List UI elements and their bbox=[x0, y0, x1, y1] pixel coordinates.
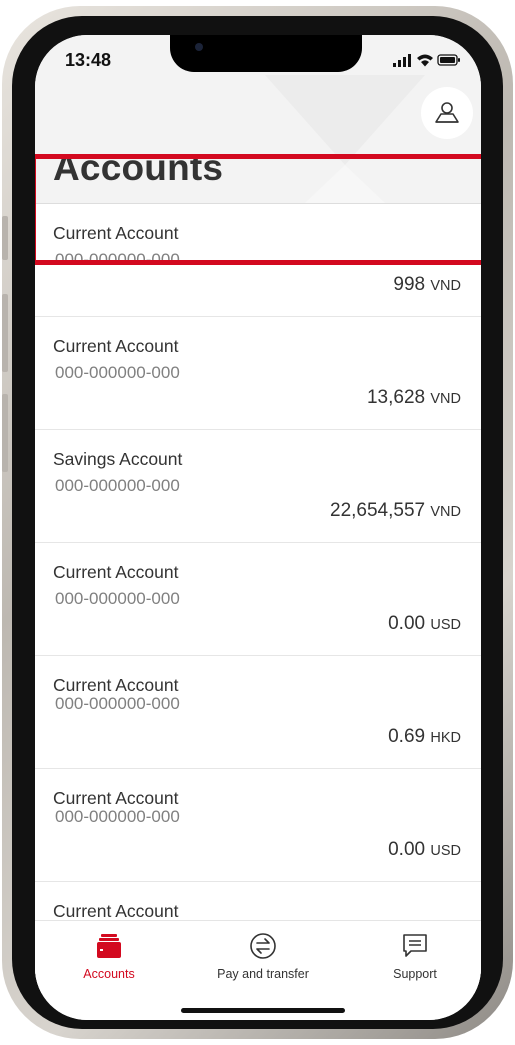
tab-pay-and-transfer[interactable]: Pay and transfer bbox=[205, 931, 321, 981]
account-row[interactable]: Current Account 000-000000-000 0.00 USD bbox=[35, 768, 481, 881]
battery-icon bbox=[437, 54, 460, 66]
balance-currency: USD bbox=[430, 843, 461, 859]
wallet-icon bbox=[97, 934, 121, 958]
account-name: Current Account bbox=[53, 562, 179, 582]
device-notch bbox=[170, 35, 362, 72]
account-name: Current Account bbox=[53, 336, 179, 356]
account-balance: 22,654,557 VND bbox=[330, 500, 461, 522]
tab-label: Pay and transfer bbox=[217, 967, 309, 981]
account-name: Savings Account bbox=[53, 449, 183, 469]
account-number: 000-000000-000 bbox=[55, 363, 180, 382]
status-icons bbox=[393, 54, 460, 67]
home-indicator[interactable] bbox=[181, 1008, 345, 1013]
balance-currency: VND bbox=[430, 391, 461, 407]
account-row[interactable]: Current Account 000-000000-000 0.69 HKD bbox=[35, 655, 481, 768]
account-name: Current Account bbox=[53, 223, 179, 243]
app-screen: 13:48 Accounts Current Account 000-00000… bbox=[35, 35, 481, 1020]
tab-accounts[interactable]: Accounts bbox=[65, 931, 153, 981]
volume-up-button bbox=[2, 294, 8, 372]
balance-currency: USD bbox=[430, 617, 461, 633]
account-balance: 998 VND bbox=[393, 274, 461, 296]
account-number: 000-000000-000 bbox=[55, 807, 180, 826]
balance-amount: 0.69 bbox=[388, 726, 426, 747]
chat-icon bbox=[403, 934, 427, 957]
tab-support[interactable]: Support bbox=[375, 931, 455, 981]
status-time: 13:48 bbox=[65, 50, 112, 70]
person-outline-icon bbox=[435, 102, 459, 123]
mute-switch bbox=[2, 216, 8, 260]
account-balance: 13,628 VND bbox=[367, 387, 461, 409]
tab-label: Support bbox=[393, 967, 437, 981]
header: 13:48 Accounts bbox=[35, 35, 481, 203]
balance-amount: 998 bbox=[393, 274, 426, 295]
tab-label: Accounts bbox=[83, 967, 135, 981]
balance-amount: 0.00 bbox=[388, 839, 426, 860]
balance-currency: VND bbox=[430, 504, 461, 520]
balance-amount: 22,654,557 bbox=[330, 500, 426, 521]
balance-amount: 13,628 bbox=[366, 387, 426, 408]
profile-button[interactable] bbox=[421, 87, 473, 139]
account-balance: 0.00 USD bbox=[388, 613, 461, 635]
account-name: Current Account bbox=[53, 675, 179, 695]
balance-currency: VND bbox=[430, 278, 461, 294]
account-row[interactable]: Current Account 000-000000-000 0.00 USD bbox=[35, 542, 481, 655]
account-balance: 0.00 USD bbox=[388, 839, 461, 861]
balance-amount: 0.00 bbox=[388, 613, 426, 634]
accounts-list: Current Account 000-000000-000 998 VND C… bbox=[35, 203, 481, 994]
account-row[interactable]: Current Account 000-000000-000 998 VND bbox=[35, 203, 481, 316]
bottom-tab-bar: Accounts Pay and transfer Support bbox=[35, 920, 481, 1020]
transfer-arrows-icon bbox=[250, 933, 276, 959]
volume-down-button bbox=[2, 394, 8, 472]
balance-currency: HKD bbox=[430, 730, 461, 746]
front-camera bbox=[195, 43, 203, 51]
account-row[interactable]: Current Account 000-000000-000 13,628 VN… bbox=[35, 316, 481, 429]
account-row[interactable]: Savings Account 000-000000-000 22,654,55… bbox=[35, 429, 481, 542]
account-balance: 0.69 HKD bbox=[388, 726, 461, 748]
account-number: 000-000000-000 bbox=[55, 476, 180, 495]
cellular-signal-icon bbox=[393, 54, 411, 67]
account-number: 000-000000-000 bbox=[55, 250, 180, 269]
wifi-icon bbox=[417, 54, 433, 67]
account-number: 000-000000-000 bbox=[55, 589, 180, 608]
account-name: Current Account bbox=[53, 788, 179, 808]
account-number: 000-000000-000 bbox=[55, 694, 180, 713]
account-name: Current Account bbox=[53, 901, 179, 921]
page-title: Accounts bbox=[53, 147, 224, 188]
